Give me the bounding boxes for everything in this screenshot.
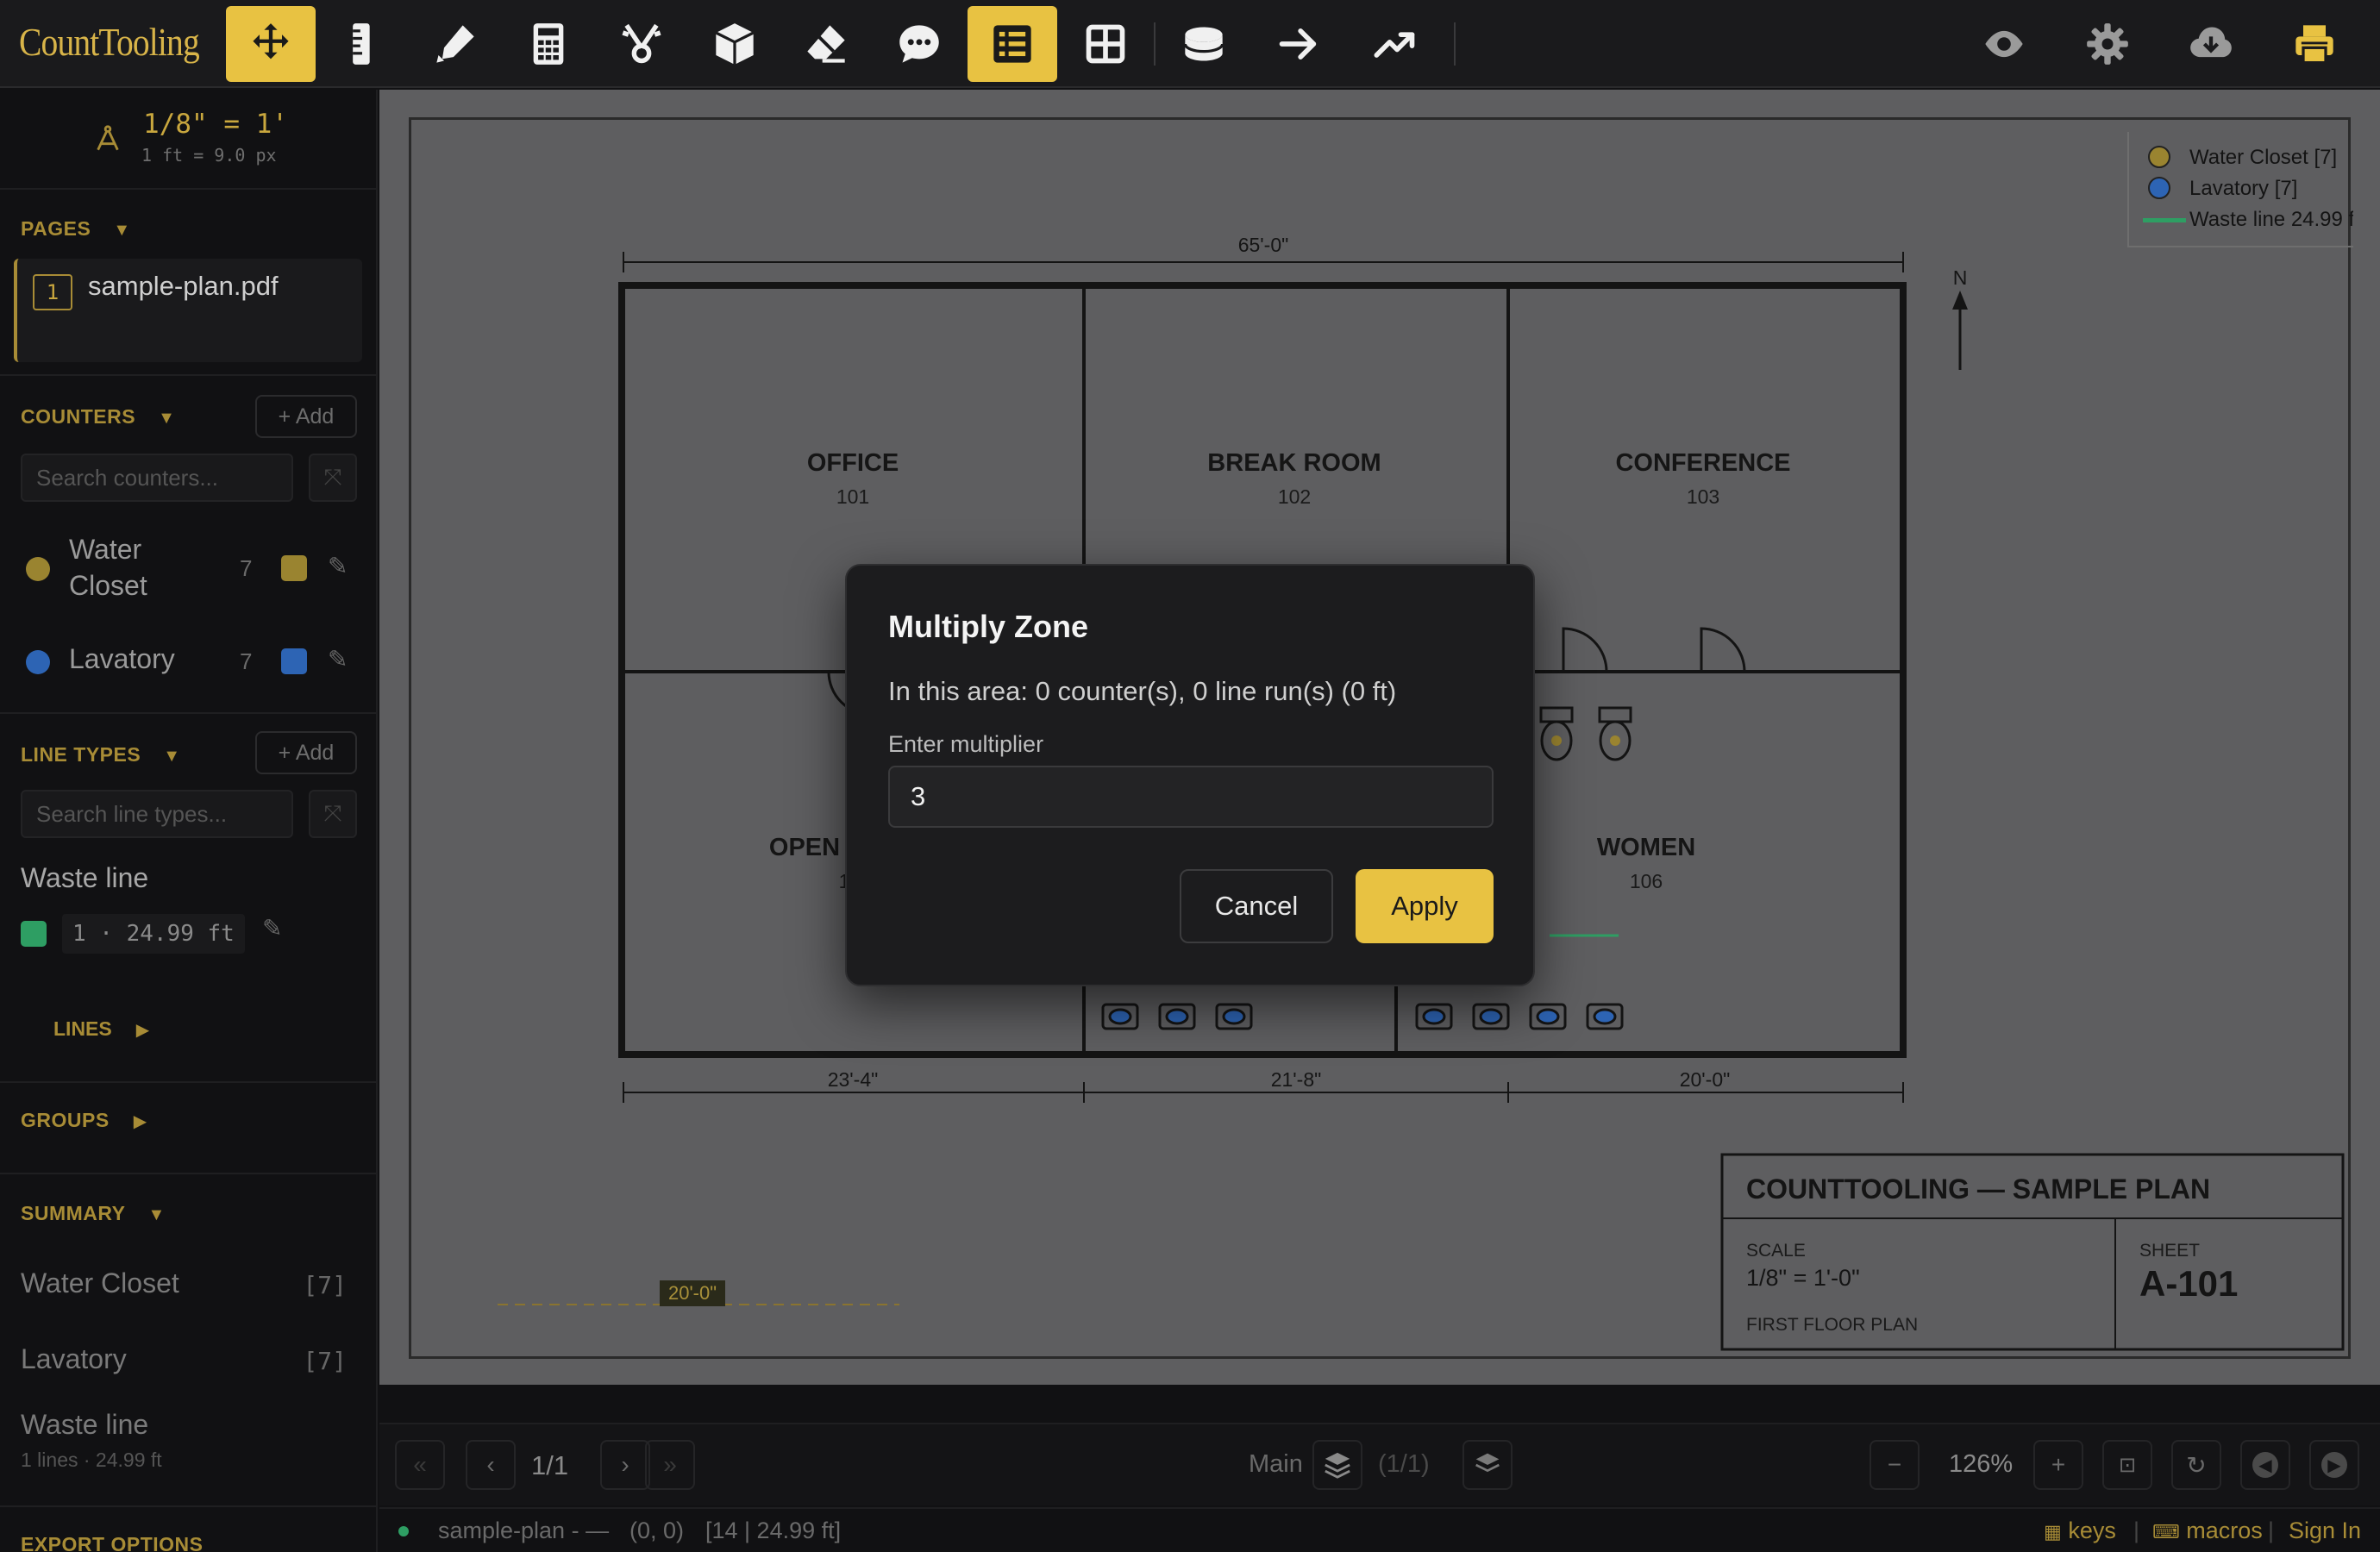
multiplier-label: Enter multiplier bbox=[888, 731, 1044, 757]
apply-button[interactable]: Apply bbox=[1356, 869, 1494, 943]
multiply-zone-dialog: Multiply Zone In this area: 0 counter(s)… bbox=[845, 564, 1535, 986]
dialog-info: In this area: 0 counter(s), 0 line run(s… bbox=[888, 676, 1397, 706]
multiplier-input[interactable]: 3 bbox=[888, 766, 1494, 828]
dialog-title: Multiply Zone bbox=[888, 609, 1088, 644]
cancel-button[interactable]: Cancel bbox=[1180, 869, 1333, 943]
